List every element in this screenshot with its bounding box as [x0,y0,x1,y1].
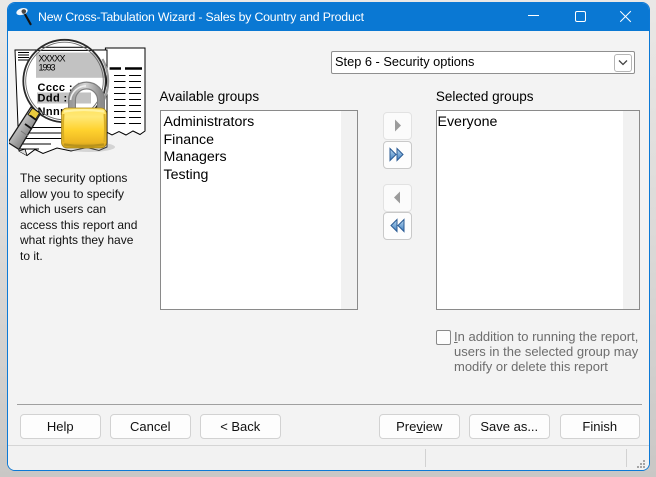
svg-text:1993: 1993 [39,63,56,73]
